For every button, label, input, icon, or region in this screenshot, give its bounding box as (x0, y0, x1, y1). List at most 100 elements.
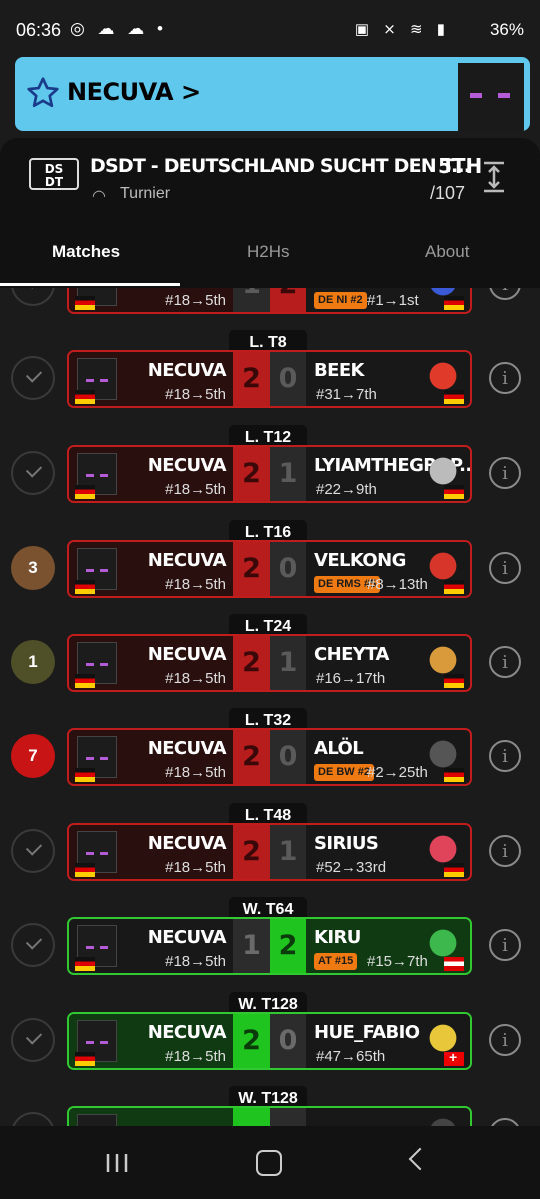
match-list[interactable]: NECUVA #18→5th 1 2 LUCIA DE NI #2 #1→1st… (0, 288, 540, 1126)
opponent-flag-icon (444, 768, 464, 782)
player-name: NECUVA (147, 833, 227, 854)
star-icon[interactable] (25, 75, 61, 111)
opponent-flag-icon (444, 1049, 464, 1066)
player-score: 2 (233, 825, 270, 879)
match-card[interactable]: NECUVA #18→5th 2 0 HUE_FABIO #47→65th (67, 1012, 472, 1070)
match-card[interactable] (67, 1106, 472, 1126)
opponent-name[interactable]: SIRIUS (314, 833, 379, 854)
opponent-seed: #22→9th (316, 481, 377, 498)
player-seed: #18→5th (165, 1048, 226, 1065)
match-row[interactable]: W. T128 i (0, 1086, 540, 1126)
check-icon[interactable] (11, 288, 55, 306)
flag-germany-icon (75, 390, 95, 404)
opponent-name[interactable]: CHEYTA (314, 644, 389, 665)
check-icon[interactable] (11, 1112, 55, 1126)
placement: 5TH (438, 154, 483, 178)
opponent-score (270, 1108, 306, 1126)
tournament-title[interactable]: DSDT - DEUTSCHLAND SUCHT DEN T... (90, 155, 471, 177)
info-icon[interactable]: i (489, 288, 521, 300)
player-seed: #18→5th (165, 386, 226, 403)
opponent-score: 1 (270, 447, 306, 501)
match-card[interactable]: NECUVA #18→5th 2 1 LYIAMTHEGRAP.. #22→9t… (67, 445, 472, 503)
flag-germany-icon (75, 674, 95, 688)
tab-h2hs[interactable]: H2Hs (247, 242, 290, 262)
player-seed: #18→5th (165, 859, 226, 876)
tab-about[interactable]: About (425, 242, 469, 262)
opponent-name[interactable]: BEEK (314, 360, 364, 381)
tournament-type: Turnier (120, 185, 171, 202)
tab-matches[interactable]: Matches (52, 242, 120, 262)
flag-germany-icon (75, 580, 95, 594)
opponent-score: 2 (270, 919, 306, 973)
battery-level: 36% (489, 20, 524, 39)
flag-germany-icon (75, 296, 95, 310)
check-icon[interactable] (11, 829, 55, 873)
opponent-score: 0 (270, 352, 306, 406)
info-icon[interactable]: i (489, 835, 521, 867)
match-card[interactable]: NECUVA #18→5th 1 2 KIRU AT #15 #15→7th (67, 917, 472, 975)
info-icon[interactable]: i (489, 929, 521, 961)
match-row[interactable]: L. T48 NECUVA #18→5th 2 1 SIRIUS #52→33r… (0, 803, 540, 883)
opponent-name[interactable]: ALÖL (314, 738, 364, 759)
info-icon[interactable]: i (489, 646, 521, 678)
info-icon[interactable]: i (489, 552, 521, 584)
check-icon[interactable] (11, 923, 55, 967)
player-name: NECUVA (147, 360, 227, 381)
match-card[interactable]: NECUVA #18→5th 2 0 ALÖL DE BW #2 #2→25th (67, 728, 472, 786)
opponent-name[interactable]: HUE_FABIO (314, 1022, 420, 1043)
expand-icon[interactable] (482, 160, 506, 194)
opponent-score: 0 (270, 1014, 306, 1068)
svg-text:DT: DT (45, 175, 64, 189)
games-badge: 1 (11, 640, 55, 684)
flag-germany-icon (75, 485, 95, 499)
match-card[interactable]: NECUVA #18→5th 2 0 VELKONG DE RMS #5 #8→… (67, 540, 472, 598)
back-icon[interactable] (408, 1147, 432, 1171)
match-card[interactable]: NECUVA #18→5th 2 1 SIRIUS #52→33rd (67, 823, 472, 881)
opponent-score: 2 (270, 288, 306, 312)
player-avatar (458, 63, 524, 131)
match-row[interactable]: L. T32 7 NECUVA #18→5th 2 0 ALÖL DE BW #2… (0, 708, 540, 788)
opponent-seed: #16→17th (316, 670, 386, 687)
opponent-flag-icon (444, 863, 464, 877)
match-row[interactable]: NECUVA #18→5th 1 2 LUCIA DE NI #2 #1→1st… (0, 288, 540, 316)
player-score: 2 (233, 542, 270, 596)
opponent-flag-icon (444, 957, 464, 971)
ranking-badge: AT #15 (314, 953, 358, 970)
opponent-seed: #52→33rd (316, 859, 387, 876)
flag-germany-icon (75, 863, 95, 877)
info-icon[interactable]: i (489, 1118, 521, 1126)
recent-apps-icon[interactable] (104, 1153, 130, 1173)
check-icon[interactable] (11, 451, 55, 495)
opponent-seed: #15→7th (367, 953, 428, 970)
check-icon[interactable] (11, 356, 55, 400)
info-icon[interactable]: i (489, 740, 521, 772)
match-row[interactable]: L. T8 NECUVA #18→5th 2 0 BEEK #31→7th i (0, 330, 540, 410)
match-row[interactable]: W. T64 NECUVA #18→5th 1 2 KIRU AT #15 #1… (0, 897, 540, 977)
opponent-score: 0 (270, 542, 306, 596)
player-seed: #18→5th (165, 292, 226, 309)
match-card[interactable]: NECUVA #18→5th 1 2 LUCIA DE NI #2 #1→1st (67, 288, 472, 314)
match-row[interactable]: L. T16 3 NECUVA #18→5th 2 0 VELKONG DE RM… (0, 520, 540, 600)
entrant-count: /107 (430, 183, 466, 203)
opponent-flag-icon (444, 390, 464, 404)
match-card[interactable]: NECUVA #18→5th 2 1 CHEYTA #16→17th (67, 634, 472, 692)
match-card[interactable]: NECUVA #18→5th 2 0 BEEK #31→7th (67, 350, 472, 408)
player-seed: #18→5th (165, 481, 226, 498)
player-banner[interactable]: NECUVA > (15, 57, 530, 131)
opponent-name[interactable]: KIRU (314, 927, 361, 948)
opponent-name[interactable]: VELKONG (314, 550, 406, 571)
info-icon[interactable]: i (489, 457, 521, 489)
chevron-right-icon: > (180, 78, 201, 106)
games-badge: 7 (11, 734, 55, 778)
ranking-badge: DE NI #2 (314, 292, 367, 309)
match-row[interactable]: L. T24 1 NECUVA #18→5th 2 1 CHEYTA #16→17… (0, 614, 540, 694)
home-icon[interactable] (256, 1150, 282, 1176)
match-row[interactable]: L. T12 NECUVA #18→5th 2 1 LYIAMTHEGRAP..… (0, 425, 540, 505)
player-seed: #18→5th (165, 576, 226, 593)
match-row[interactable]: W. T128 NECUVA #18→5th 2 0 HUE_FABIO #47… (0, 992, 540, 1072)
info-icon[interactable]: i (489, 1024, 521, 1056)
tab-bar: Matches H2Hs About (0, 225, 540, 285)
check-icon[interactable] (11, 1018, 55, 1062)
opponent-seed: #31→7th (316, 386, 377, 403)
info-icon[interactable]: i (489, 362, 521, 394)
